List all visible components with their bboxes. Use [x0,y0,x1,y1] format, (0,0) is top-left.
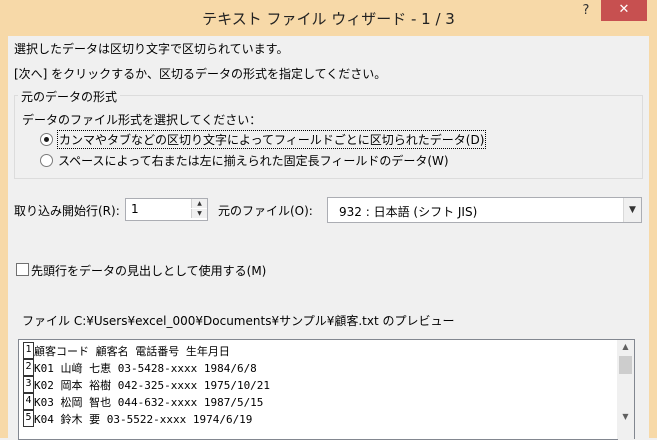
fixed-width-radio-label[interactable]: スペースによって右または左に揃えられた固定長フィールドのデータ(W) [58,152,449,169]
title-bar: テキスト ファイル ウィザード - 1 / 3 ? ✕ [0,0,657,36]
row-number: 3 [23,376,34,393]
origin-select[interactable]: 932 : 日本語 (シフト JIS) ▼ [327,197,642,223]
scroll-down-icon[interactable]: ▼ [617,412,634,421]
preview-vertical-scrollbar[interactable]: ▲ ▼ [617,339,635,439]
origin-select-value: 932 : 日本語 (シフト JIS) [339,205,478,219]
help-button[interactable]: ? [573,0,599,22]
scrollbar-thumb[interactable] [619,356,632,374]
data-format-prompt: データのファイル形式を選択してください： [22,113,262,127]
intro-line-1: 選択したデータは区切り文字で区切られています。 [14,42,289,56]
window-frame-right [649,36,657,438]
spin-up-icon[interactable]: ▲ [191,199,207,208]
header-checkbox[interactable] [16,263,29,276]
fixed-width-radio[interactable] [40,154,53,167]
spin-down-icon[interactable]: ▼ [191,209,207,218]
close-button[interactable]: ✕ [601,0,647,21]
start-row-value[interactable]: 1 [131,202,139,216]
row-number: 2 [23,359,34,376]
preview-label: ファイル C:¥Users¥excel_000¥Documents¥サンプル¥顧… [22,314,455,328]
row-text: K01 山﨑 七恵 03-5428-xxxx 1984/6/8 [34,362,257,375]
row-text: K02 岡本 裕樹 042-325-xxxx 1975/10/21 [34,379,271,392]
row-number: 1 [23,342,34,359]
scroll-up-icon[interactable]: ▲ [617,342,634,351]
radio-selected-dot [44,137,49,142]
window-title: テキスト ファイル ウィザード - 1 / 3 [202,10,455,28]
intro-line-2: [次へ] をクリックするか、区切るデータの形式を指定してください。 [14,67,387,81]
data-format-legend: 元のデータの形式 [18,88,121,105]
preview-pane[interactable]: 1 顧客コード 顧客名 電話番号 生年月日 2 K01 山﨑 七恵 03-542… [18,339,618,440]
row-number: 5 [23,410,34,427]
origin-label: 元のファイル(O): [218,204,313,218]
row-text: K03 松岡 智也 044-632-xxxx 1987/5/15 [34,396,264,409]
chevron-down-icon[interactable]: ▼ [623,198,641,222]
row-number: 4 [23,393,34,410]
delimited-radio-label[interactable]: カンマやタブなどの区切り文字によってフィールドごとに区切られたデータ(D) [57,130,487,149]
start-row-label: 取り込み開始行(R): [14,204,120,218]
row-text: K04 鈴木 要 03-5522-xxxx 1974/6/19 [34,413,253,426]
start-row-stepper[interactable]: 1 ▲ ▼ [125,198,208,221]
delimited-radio[interactable] [40,133,53,146]
row-text: 顧客コード 顧客名 電話番号 生年月日 [34,345,230,358]
header-checkbox-label[interactable]: 先頭行をデータの見出しとして使用する(M) [31,262,266,279]
window-frame-left [0,36,8,438]
